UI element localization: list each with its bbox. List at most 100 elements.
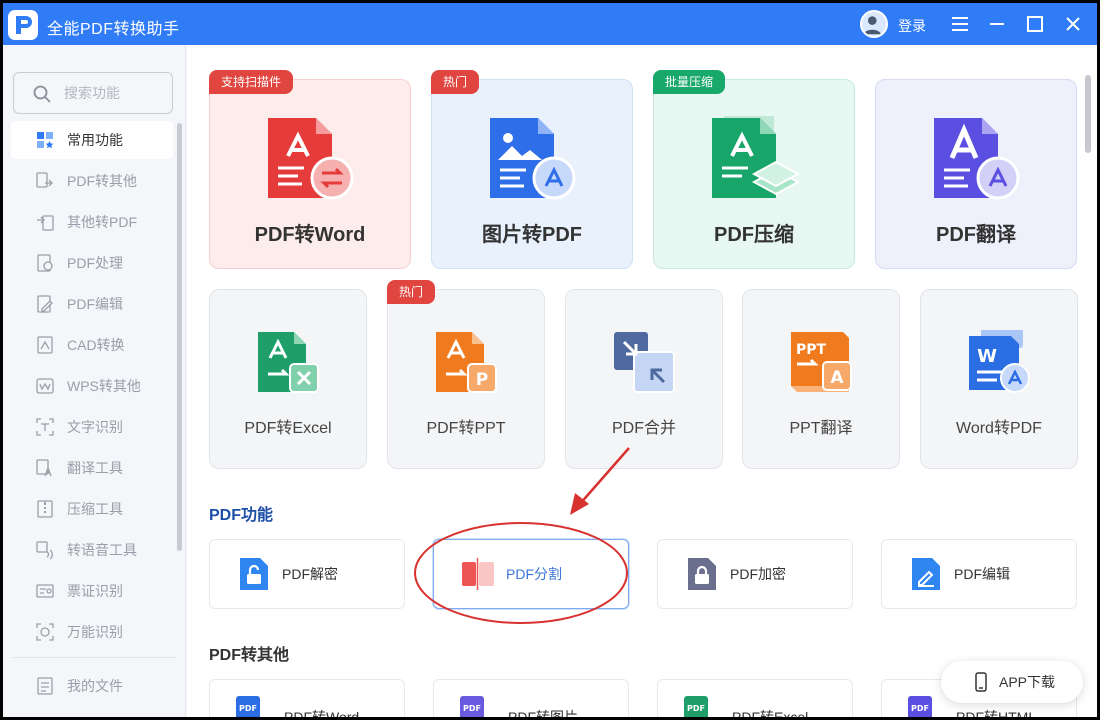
pdf-to-image-button[interactable]: PDF PDF转图片 [433,679,629,717]
sidebar-item-label: PDF编辑 [67,296,123,312]
sidebar-item-voice[interactable]: 转语音工具 [11,531,173,569]
card-pdf-to-excel[interactable]: PDF转Excel [209,289,367,469]
sidebar-item-other-to-pdf[interactable]: 其他转PDF [11,203,173,241]
translate-letter: A [830,368,844,388]
pencil-icon [912,558,940,590]
user-avatar-icon[interactable] [860,10,888,38]
close-icon[interactable] [1061,12,1085,36]
app-download-label: APP下载 [999,674,1056,690]
sidebar-item-common[interactable]: 常用功能 [11,121,173,159]
sidebar-item-compress[interactable]: 压缩工具 [11,490,173,528]
card-pdf-compress[interactable]: 批量压缩 PDF压缩 [653,70,855,269]
card-label: PDF转PPT [426,420,506,437]
pdf-edit-label: PDF编辑 [954,566,1010,582]
card-ppt-translate[interactable]: PPT A PPT翻译 [742,289,900,469]
ocr-icon [35,417,55,437]
card-label: PDF合并 [611,420,676,437]
sidebar-item-pdf-edit[interactable]: PDF编辑 [11,285,173,323]
ppt-label-text: PPT [796,342,827,358]
ppt-letter: P [476,370,488,390]
image-to-pdf-icon [490,118,576,200]
folder-file-icon [35,676,55,696]
card-image-to-pdf[interactable]: 热门 图片转PDF [431,70,633,269]
pdf-to-excel-icon [258,332,319,393]
sidebar-item-cad[interactable]: CAD转换 [11,326,173,364]
pdf-html-icon: PDF [908,696,932,717]
pdf-excel-icon: PDF [684,696,708,717]
search-box[interactable] [13,72,173,114]
to-pdf-icon [35,212,55,232]
maximize-icon[interactable] [1023,12,1047,36]
app-title: 全能PDF转换助手 [47,21,180,38]
pdf-to-word-button[interactable]: PDF PDF转Word [209,679,405,717]
card-word-to-pdf[interactable]: W Word转PDF [920,289,1078,469]
sidebar-item-label: 票证识别 [67,583,123,599]
phone-icon [975,672,987,692]
pdf-to-excel-button[interactable]: PDF PDF转Excel [657,679,853,717]
title-bar: 全能PDF转换助手 登录 [3,3,1097,45]
sidebar-item-translate[interactable]: 翻译工具 [11,449,173,487]
hot-tag: 热门 [431,70,480,94]
unlock-icon [240,558,268,590]
pdf-to-excel-label: PDF转Excel [732,709,809,717]
sidebar-item-label: WPS转其他 [67,378,141,394]
sidebar-item-wps[interactable]: WPS转其他 [11,367,173,405]
card-pdf-to-word[interactable]: 支持扫描件 PDF转Word [209,70,411,269]
pdf-badge: PDF [911,704,929,713]
app-download-button[interactable]: APP下载 [941,661,1083,703]
word-to-pdf-icon: W [969,330,1030,393]
sidebar-item-label: 万能识别 [67,624,123,640]
main-scrollbar[interactable] [1085,75,1091,153]
card-label: PPT翻译 [789,420,853,437]
pdf-badge: PDF [687,704,705,713]
pdf-image-icon: PDF [460,696,484,717]
sidebar-item-label: PDF转其他 [67,173,137,189]
pdf-merge-icon [614,332,675,393]
sidebar-item-my-files[interactable]: 我的文件 [11,667,173,705]
sidebar-item-pdf-process[interactable]: PDF处理 [11,244,173,282]
sidebar-item-label: CAD转换 [67,337,125,353]
pdf-to-image-label: PDF转图片 [508,709,578,717]
card-label: 图片转PDF [482,224,582,246]
card-label: PDF翻译 [936,224,1016,246]
pdf-to-html-label: PDF转HTML [956,709,1037,717]
sidebar-item-label: 文字识别 [67,419,123,435]
sidebar-item-label: 其他转PDF [67,214,137,230]
pdf-encrypt-button[interactable]: PDF加密 [657,539,853,609]
app-logo-icon [8,10,38,40]
voice-icon [35,540,55,560]
sidebar-item-label: 翻译工具 [67,460,123,476]
universal-icon [35,622,55,642]
sidebar-item-ocr[interactable]: 文字识别 [11,408,173,446]
pdf-decrypt-label: PDF解密 [282,566,338,582]
section-title-pdf-functions: PDF功能 [209,507,274,524]
search-input[interactable] [64,83,164,103]
sidebar: 常用功能 PDF转其他 其他转PDF PDF处理 PDF编辑 CAD转换 WPS… [3,45,186,717]
card-pdf-merge[interactable]: PDF合并 [565,289,723,469]
sidebar-item-ticket[interactable]: 票证识别 [11,572,173,610]
sidebar-item-pdf-to-other[interactable]: PDF转其他 [11,162,173,200]
wps-icon [35,376,55,396]
cad-icon [35,335,55,355]
menu-icon[interactable] [948,12,972,36]
pdf-word-icon: PDF [236,696,260,717]
card-pdf-to-ppt[interactable]: 热门 P PDF转PPT [387,280,545,469]
section-title-pdf-to-other: PDF转其他 [209,647,290,664]
sidebar-scrollbar[interactable] [177,123,182,551]
pdf-badge: PDF [463,704,481,713]
sidebar-item-label: 常用功能 [67,132,123,148]
card-label: PDF压缩 [714,224,794,246]
card-pdf-translate[interactable]: PDF翻译 [875,79,1077,269]
pdf-edit-button[interactable]: PDF编辑 [881,539,1077,609]
pdf-decrypt-button[interactable]: PDF解密 [209,539,405,609]
sidebar-item-universal[interactable]: 万能识别 [11,613,173,651]
pdf-compress-icon [712,116,800,198]
minimize-icon[interactable] [985,12,1009,36]
ticket-icon [35,581,55,601]
ppt-translate-icon: PPT A [791,332,852,392]
login-button[interactable]: 登录 [898,16,926,36]
pdf-to-word-icon [268,118,354,200]
word-letter: W [977,346,997,367]
pdf-split-button[interactable]: PDF分割 [433,539,629,609]
sidebar-item-label: PDF处理 [67,255,123,271]
